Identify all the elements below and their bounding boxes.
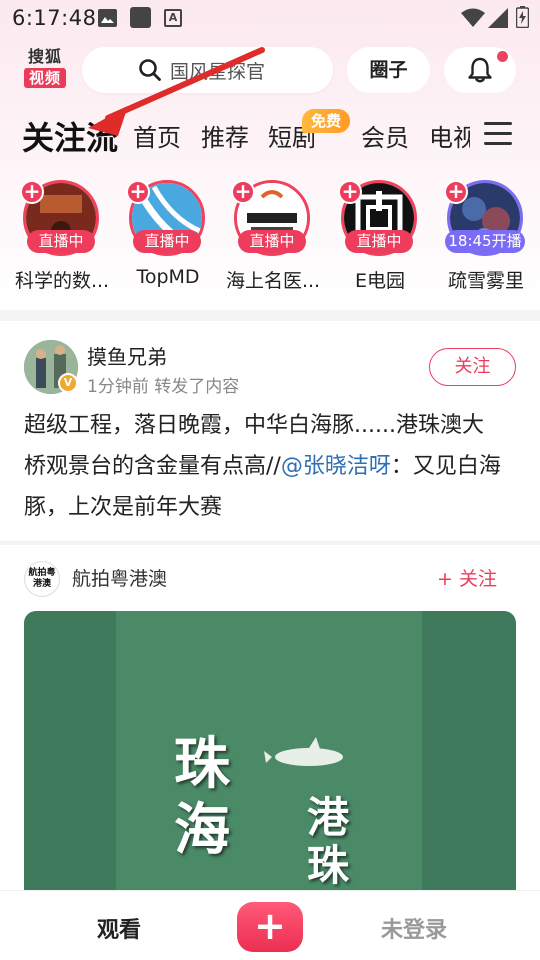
live-name: 科学的数... [14,270,110,292]
live-streamer-list: + 直播中 科学的数... + 直播中 TopMD + 直播中 海上名医... … [0,176,540,301]
source-logo[interactable]: 航拍粤港澳 [24,561,60,597]
notification-button[interactable] [444,47,516,93]
live-name: 疏雪雾里 [447,270,524,292]
mention-link[interactable]: @张晓洁呀 [281,454,391,479]
bell-icon [468,57,492,83]
post-meta: 1分钟前 转发了内容 [87,377,240,397]
nav-watch[interactable]: 观看 [97,912,141,944]
tab-home[interactable]: 首页 [133,118,181,153]
live-badge: 直播中 [345,230,413,253]
tab-recommend[interactable]: 推荐 [201,118,249,153]
search-box[interactable]: 国风星探官 [82,47,333,93]
nav-login[interactable]: 未登录 [381,912,447,944]
notification-dot [497,51,508,62]
follow-plus-icon[interactable]: + [444,180,468,204]
video-overlay-subtitle: 港珠 [307,793,350,890]
source-name[interactable]: 航拍粤港澳 [72,564,167,591]
category-tabs: 关注流 首页 推荐 短剧 会员 电视 [0,108,470,164]
follow-plus-icon[interactable]: + [126,180,150,204]
search-placeholder: 国风星探官 [170,60,266,83]
dolphin-image [264,737,343,766]
feed-post-card[interactable]: V 摸鱼兄弟 1分钟前 转发了内容 关注 超级工程，落日晚霞，中华白海豚....… [0,321,540,541]
status-bar: 6:17:48 A [0,0,540,38]
post-text[interactable]: 超级工程，落日晚霞，中华白海豚......港珠澳大桥观景台的含金量有点高//@张… [24,405,504,528]
create-button[interactable]: + [237,902,303,952]
image-notification-icon [98,9,117,27]
live-badge: 直播中 [238,230,306,253]
follow-plus-icon[interactable]: + [338,180,362,204]
wifi-icon [461,8,485,27]
video-thumbnail[interactable]: 珠海 港珠 [24,611,516,901]
circle-button[interactable]: 圈子 [347,47,430,93]
live-badge: 直播中 [133,230,201,253]
tab-menu-icon[interactable] [484,122,512,146]
video-card[interactable]: 航拍粤港澳 航拍粤港澳 + 关注 珠海 港珠 [0,545,540,901]
free-badge: 免费 [302,109,350,133]
video-overlay-title: 珠海 [174,731,230,863]
live-name: TopMD [136,266,200,288]
cellular-signal-icon [488,8,508,28]
live-badge: 直播中 [27,230,95,253]
logo-bottom-text: 视频 [24,68,66,88]
post-author[interactable]: 摸鱼兄弟 [87,341,167,370]
tab-vip[interactable]: 会员 [361,118,409,153]
follow-button[interactable]: 关注 [429,348,516,386]
font-notification-icon: A [164,9,182,27]
sohu-video-logo[interactable]: 搜狐 视频 [24,47,66,88]
live-name: 海上名医... [225,270,321,292]
follow-plus-icon[interactable]: + [231,180,255,204]
battery-icon [516,6,529,28]
logo-top-text: 搜狐 [27,47,62,66]
scheduled-badge: 18:45开播 [445,230,525,253]
follow-plus-icon[interactable]: + [20,180,44,204]
app-notification-icon [130,7,151,28]
search-icon [139,59,161,81]
follow-button[interactable]: + 关注 [437,564,497,591]
status-time: 6:17:48 [12,6,97,30]
bottom-navigation: 观看 + 未登录 [0,890,540,960]
live-name: E电园 [354,270,405,292]
tab-tv[interactable]: 电视 [429,118,470,153]
verified-icon: V [58,373,78,393]
tab-following[interactable]: 关注流 [22,113,118,159]
